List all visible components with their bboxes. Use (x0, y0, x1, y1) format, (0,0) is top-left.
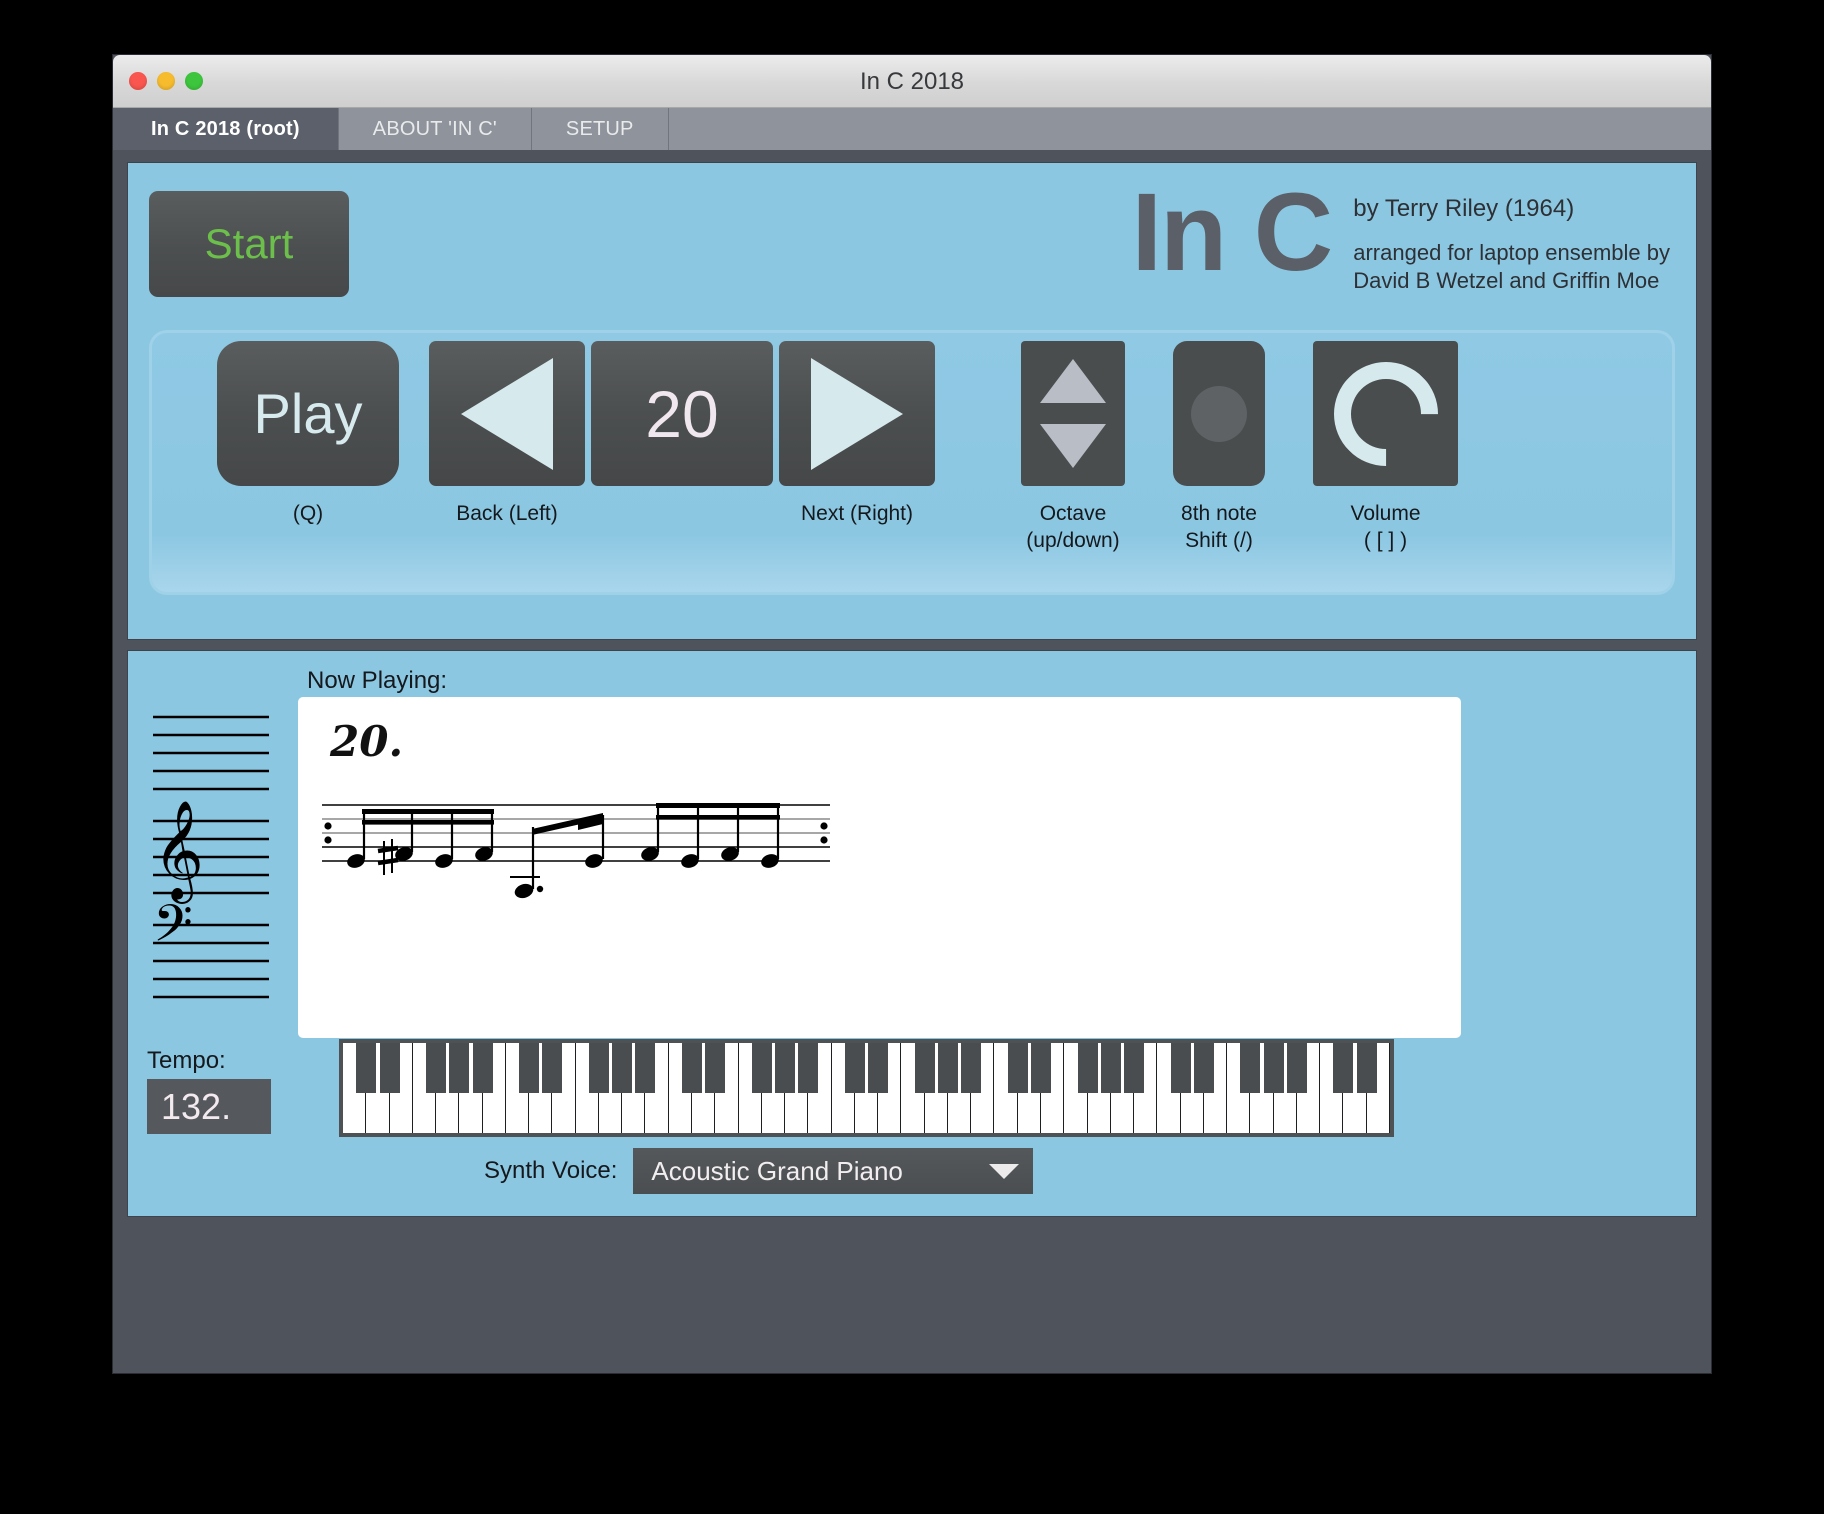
piano-black-key[interactable] (1240, 1043, 1261, 1094)
eighth-note-shift-group: 8th note Shift (/) (1173, 341, 1265, 555)
piano-black-key[interactable] (379, 1043, 400, 1094)
piano-black-key[interactable] (588, 1043, 609, 1094)
octave-label: Octave (up/down) (1026, 502, 1120, 553)
play-control-group: Play (Q) (217, 341, 399, 527)
composer-credit: by Terry Riley (1964) (1353, 195, 1575, 222)
tempo-label: Tempo: (147, 1047, 226, 1074)
octave-stepper[interactable] (1021, 341, 1125, 486)
piano-black-key[interactable] (844, 1043, 865, 1094)
window-titlebar: In C 2018 (113, 55, 1711, 108)
tab-in-c-2018-root[interactable]: In C 2018 (root) (113, 108, 339, 150)
next-button[interactable] (779, 341, 935, 486)
chevron-down-icon (989, 1163, 1020, 1179)
piano-black-key[interactable] (1124, 1043, 1145, 1094)
piano-black-key[interactable] (1356, 1043, 1377, 1094)
piano-black-key[interactable] (705, 1043, 726, 1094)
tab-bar: In C 2018 (root) ABOUT 'IN C' SETUP (113, 108, 1711, 151)
piano-black-key[interactable] (961, 1043, 982, 1094)
piano-black-key[interactable] (775, 1043, 796, 1094)
now-playing-label: Now Playing: (307, 667, 448, 694)
score-display: 20. (298, 697, 1461, 1038)
start-button[interactable]: Start (149, 191, 349, 297)
synth-voice-label: Synth Voice: (484, 1157, 618, 1184)
eighth-note-shift-button[interactable] (1173, 341, 1265, 486)
transport-controls: Play (Q) Back (Left) 20 Next (Right) Oct… (149, 330, 1675, 595)
svg-text:𝄢: 𝄢 (153, 893, 193, 966)
piano-black-key[interactable] (868, 1043, 889, 1094)
piano-black-key[interactable] (1193, 1043, 1214, 1094)
piano-black-key[interactable] (681, 1043, 702, 1094)
piano-black-key[interactable] (1286, 1043, 1307, 1094)
synth-voice-select[interactable]: Acoustic Grand Piano (633, 1148, 1034, 1194)
arranger-credit-line-2: David B Wetzel and Griffin Moe (1353, 268, 1660, 294)
piano-black-key[interactable] (449, 1043, 470, 1094)
knob-arc-icon (1311, 339, 1460, 488)
white-keys[interactable] (343, 1043, 1390, 1133)
tab-about-in-c[interactable]: ABOUT 'IN C' (338, 108, 532, 150)
triangle-up-icon[interactable] (1040, 359, 1106, 403)
piano-black-key[interactable] (472, 1043, 493, 1094)
header-panel: Start In C by Terry Riley (1964) arrange… (127, 162, 1697, 640)
eighth-note-shift-label: 8th note Shift (/) (1181, 502, 1257, 553)
piano-black-key[interactable] (937, 1043, 958, 1094)
svg-text:𝄞: 𝄞 (153, 800, 204, 904)
volume-knob[interactable] (1311, 339, 1460, 488)
back-shortcut-label: Back (Left) (456, 502, 558, 525)
triangle-left-icon (461, 357, 553, 470)
piano-black-key[interactable] (519, 1043, 540, 1094)
pattern-number-group: 20 (591, 341, 773, 486)
play-shortcut-label: (Q) (292, 502, 324, 525)
piano-black-key[interactable] (542, 1043, 563, 1094)
piano-black-key[interactable] (1263, 1043, 1284, 1094)
page-title: In C (1131, 171, 1333, 294)
triangle-down-icon[interactable] (1040, 424, 1106, 468)
piano-black-key[interactable] (635, 1043, 656, 1094)
app-body: Start In C by Terry Riley (1964) arrange… (113, 150, 1711, 1373)
piano-black-key[interactable] (1333, 1043, 1354, 1094)
piano-black-key[interactable] (751, 1043, 772, 1094)
piano-black-key[interactable] (1170, 1043, 1191, 1094)
tempo-input[interactable]: 132. (147, 1079, 271, 1134)
piano-black-key[interactable] (612, 1043, 633, 1094)
pattern-number-display[interactable]: 20 (591, 341, 773, 486)
piano-black-key[interactable] (426, 1043, 447, 1094)
grand-staff-decoration: 𝄞 𝄢 (153, 715, 269, 999)
synth-voice-value: Acoustic Grand Piano (651, 1155, 903, 1186)
piano-black-key[interactable] (798, 1043, 819, 1094)
next-shortcut-label: Next (Right) (800, 502, 914, 525)
piano-keyboard[interactable] (339, 1039, 1394, 1137)
arranger-credit-line-1: arranged for laptop ensemble by (1353, 240, 1670, 265)
piano-black-key[interactable] (1077, 1043, 1098, 1094)
tab-setup[interactable]: SETUP (531, 108, 669, 150)
piano-black-key[interactable] (1007, 1043, 1028, 1094)
next-control-group: Next (Right) (779, 341, 935, 527)
octave-control-group: Octave (up/down) (1021, 341, 1125, 555)
window-title: In C 2018 (859, 68, 965, 95)
triangle-right-icon (811, 357, 903, 470)
piano-black-key[interactable] (914, 1043, 935, 1094)
play-button[interactable]: Play (217, 341, 399, 486)
music-notation (322, 803, 830, 899)
circle-icon (1191, 385, 1247, 442)
credits-block: by Terry Riley (1964) arranged for lapto… (1353, 181, 1670, 295)
title-block: In C by Terry Riley (1964) arranged for … (1131, 171, 1670, 295)
synth-voice-row: Synth Voice: Acoustic Grand Piano (484, 1148, 1034, 1194)
back-control-group: Back (Left) (429, 341, 585, 527)
piano-black-key[interactable] (1030, 1043, 1051, 1094)
piano-black-key[interactable] (1100, 1043, 1121, 1094)
piano-black-key[interactable] (356, 1043, 377, 1094)
tab-bar-filler (668, 108, 1711, 150)
volume-label: Volume ( [ ] ) (1350, 502, 1421, 553)
score-pattern-number: 20. (330, 717, 404, 766)
player-panel: Now Playing: 𝄞 𝄢 20. Tempo: 132. Synth V… (127, 650, 1697, 1217)
volume-control-group: Volume ( [ ] ) (1311, 339, 1460, 555)
app-window: In C 2018 In C 2018 (root) ABOUT 'IN C' … (113, 55, 1711, 1373)
back-button[interactable] (429, 341, 585, 486)
